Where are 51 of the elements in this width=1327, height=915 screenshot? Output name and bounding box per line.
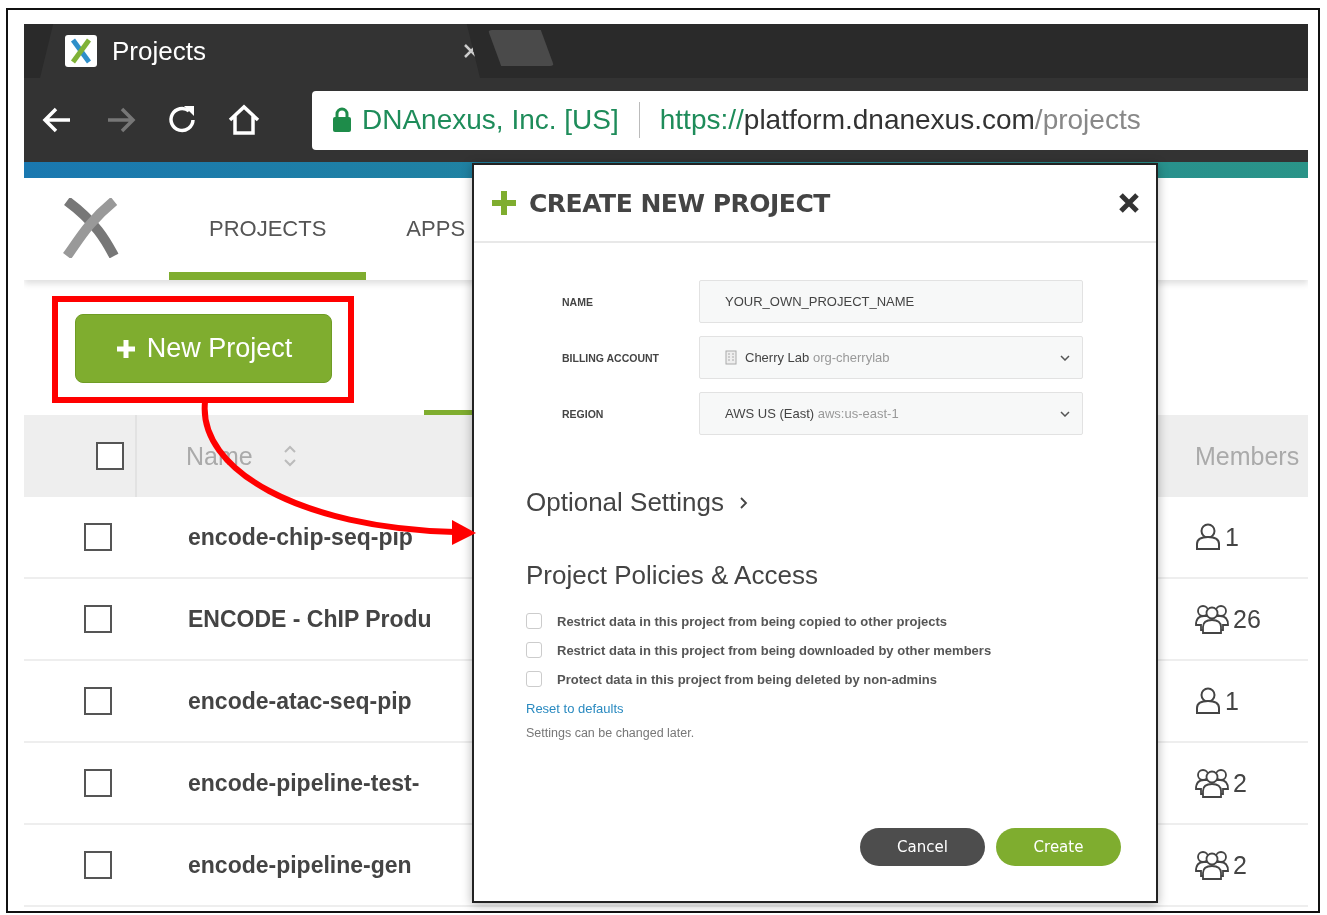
tab-title: Projects — [112, 35, 207, 67]
person-icon — [1195, 686, 1221, 716]
checkbox[interactable] — [84, 851, 112, 879]
person-icon — [1195, 522, 1221, 552]
app-logo-icon — [62, 198, 119, 258]
checkbox-label: Protect data in this project from being deleted by non-admins — [557, 671, 937, 687]
close-icon[interactable] — [1118, 192, 1140, 214]
browser-tab[interactable]: Projects — [40, 24, 480, 78]
checkbox[interactable] — [96, 442, 124, 470]
dropdown[interactable]: Cherry Lab org-cherrylab — [699, 336, 1083, 379]
lock-icon — [332, 107, 352, 133]
site-identity: DNAnexus, Inc. [US] — [362, 104, 619, 136]
optional-settings-toggle[interactable]: Optional Settings — [526, 487, 1156, 518]
cancel-button[interactable]: Cancel — [860, 828, 985, 866]
member-count: 1 — [1225, 686, 1239, 716]
people-group-icon — [1195, 603, 1229, 635]
nav-tab[interactable]: PROJECTS — [169, 186, 367, 280]
url-text: https://platform.dnanexus.com/projects — [659, 104, 1141, 136]
project-name[interactable]: ENCODE - ChIP Produ — [188, 605, 432, 633]
member-count: 2 — [1233, 768, 1247, 798]
member-count: 2 — [1233, 850, 1247, 880]
dropdown[interactable]: AWS US (East) aws:us-east-1 — [699, 392, 1083, 435]
input-field[interactable]: YOUR_OWN_PROJECT_NAME — [699, 280, 1083, 323]
plus-icon — [114, 337, 137, 360]
chevron-down-icon — [1060, 410, 1070, 417]
dialog-title: CREATE NEW PROJECT — [529, 188, 832, 218]
chevron-down-icon — [1060, 354, 1070, 361]
member-count: 1 — [1225, 522, 1239, 552]
project-name[interactable]: encode-atac-seq-pip — [188, 687, 412, 715]
checkbox-label: Restrict data in this project from being copied to other projects — [557, 613, 948, 629]
project-name[interactable]: encode-chip-seq-pip — [188, 523, 413, 551]
project-name[interactable]: encode-pipeline-test- — [188, 769, 420, 797]
help-text: Settings can be changed later. — [526, 726, 695, 740]
field-label: NAME — [562, 295, 594, 308]
address-bar[interactable]: DNAnexus, Inc. [US] https://platform.dnanexus.com/projects — [312, 90, 1308, 150]
checkbox[interactable] — [84, 687, 112, 715]
app-logo-icon — [64, 34, 98, 68]
checkbox[interactable] — [84, 605, 112, 633]
checkbox-label: Restrict data in this project from being downloaded by other members — [557, 642, 992, 658]
plus-icon — [492, 191, 516, 215]
field-label: BILLING ACCOUNT — [562, 351, 661, 364]
checkbox[interactable] — [84, 523, 112, 551]
people-group-icon — [1195, 767, 1229, 799]
field-label: REGION — [562, 407, 605, 420]
checkbox[interactable] — [84, 769, 112, 797]
people-group-icon — [1195, 849, 1229, 881]
project-name[interactable]: encode-pipeline-gen — [188, 851, 412, 879]
building-icon — [725, 350, 737, 365]
section-title: Project Policies & Access — [526, 560, 819, 591]
member-count: 26 — [1233, 604, 1261, 634]
reset-link[interactable]: Reset to defaults — [526, 701, 624, 716]
